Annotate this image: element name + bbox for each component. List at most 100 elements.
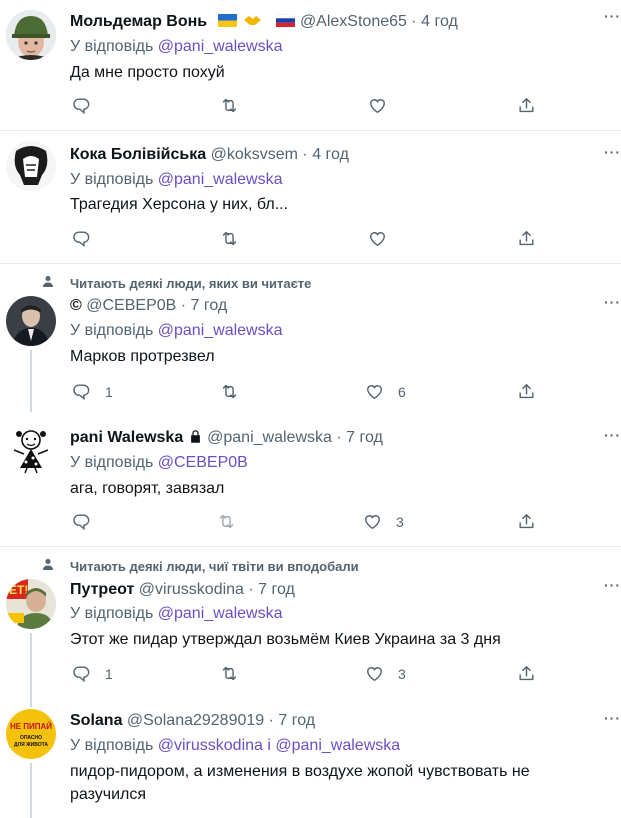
timestamp[interactable]: 4 год — [312, 146, 349, 163]
tweet-header: Путреот @virusskodina · 7 год — [70, 581, 295, 599]
retweet-icon — [220, 382, 239, 401]
handle[interactable]: @virusskodina — [139, 581, 244, 598]
timestamp[interactable]: 7 год — [258, 581, 295, 598]
handle[interactable]: @Solana29289019 — [127, 712, 264, 729]
timestamp[interactable]: 7 год — [278, 712, 315, 729]
display-name[interactable]: Путреот — [70, 581, 134, 598]
tweet[interactable]: pani Walewska @pani_walewska · 7 год ···… — [0, 412, 621, 546]
retweet-icon — [220, 664, 239, 683]
like-button[interactable] — [368, 229, 387, 248]
russia-flag-icon — [276, 14, 296, 27]
dot-separator: · — [302, 146, 308, 163]
share-button[interactable] — [517, 664, 536, 683]
share-button[interactable] — [517, 229, 536, 248]
reply-mention[interactable]: @pani_walewska — [158, 38, 283, 55]
share-icon — [517, 229, 536, 248]
timestamp[interactable]: 4 год — [421, 13, 458, 30]
reply-mention[interactable]: @virusskodina — [158, 737, 263, 754]
share-icon — [517, 512, 536, 531]
handle[interactable]: @СЕВЕР0В — [86, 297, 176, 314]
reply-context: У відповідь @pani_walewska — [70, 605, 283, 623]
avatar[interactable]: ЕТ! — [6, 579, 56, 629]
avatar-text: ДЛЯ ЖИВОТА — [14, 742, 48, 748]
like-count: 3 — [398, 665, 406, 682]
avatar[interactable] — [6, 296, 56, 346]
reply-prefix: У відповідь — [70, 605, 154, 622]
display-name[interactable]: Solana — [70, 712, 122, 729]
share-button[interactable] — [517, 382, 536, 401]
avatar[interactable] — [6, 424, 56, 474]
handle[interactable]: @AlexStone65 — [300, 13, 407, 30]
reply-mention[interactable]: @pani_walewska — [158, 171, 283, 188]
reply-button[interactable] — [72, 96, 91, 115]
tweet-text: Марков протрезвел — [70, 348, 215, 365]
reply-icon — [72, 96, 91, 115]
avatar[interactable] — [6, 10, 56, 60]
display-name[interactable]: Мольдемар Вонь — [70, 13, 207, 30]
display-name[interactable]: © — [70, 297, 82, 314]
more-options-icon[interactable]: ··· — [604, 710, 621, 726]
person-icon — [42, 558, 54, 570]
reply-mention[interactable]: @pani_walewska — [158, 322, 283, 339]
timestamp[interactable]: 7 год — [191, 297, 228, 314]
reply-button[interactable] — [72, 229, 91, 248]
more-options-icon[interactable]: ··· — [604, 427, 621, 443]
avatar[interactable] — [6, 141, 56, 191]
retweet-button[interactable] — [217, 512, 236, 531]
thread-line — [30, 350, 32, 412]
retweet-icon — [220, 96, 239, 115]
avatar[interactable]: НЕ ПИПАЙ ОПАСНО ДЛЯ ЖИВОТА — [6, 709, 56, 759]
reply-button[interactable] — [72, 512, 91, 531]
reply-mention[interactable]: @pani_walewska — [158, 605, 283, 622]
tweet-header: Кока Болівійська @koksvsem · 4 год — [70, 146, 349, 164]
like-button[interactable]: 3 — [363, 512, 404, 531]
retweet-icon — [217, 512, 236, 531]
reply-count: 1 — [105, 665, 113, 682]
more-options-icon[interactable]: ··· — [604, 8, 621, 24]
tweet[interactable]: Мольдемар Вонь @AlexStone65 · 4 год ··· … — [0, 0, 621, 130]
thread-line — [30, 633, 32, 695]
tweet[interactable]: НЕ ПИПАЙ ОПАСНО ДЛЯ ЖИВОТА Solana @Solan… — [0, 695, 621, 818]
display-name[interactable]: Кока Болівійська — [70, 146, 206, 163]
like-button[interactable]: 6 — [365, 382, 406, 401]
like-button[interactable] — [368, 96, 387, 115]
retweet-button[interactable] — [220, 229, 239, 248]
like-button[interactable]: 3 — [365, 664, 406, 683]
tweet-text: ага, говорят, завязал — [70, 480, 225, 497]
social-context: Читають деякі люди, яких ви читаєте — [70, 276, 312, 291]
tweet[interactable]: Кока Болівійська @koksvsem · 4 год ··· У… — [0, 131, 621, 263]
reply-prefix: У відповідь — [70, 38, 154, 55]
dot-separator: · — [268, 712, 274, 729]
tweet[interactable]: Читають деякі люди, чиї твіти ви вподоба… — [0, 547, 621, 695]
lock-icon — [188, 429, 203, 444]
share-button[interactable] — [517, 96, 536, 115]
retweet-button[interactable] — [220, 382, 239, 401]
reply-button[interactable]: 1 — [72, 382, 113, 401]
retweet-button[interactable] — [220, 96, 239, 115]
tweet-text: Этот же пидар утверждал возьмём Киев Укр… — [70, 631, 501, 648]
timestamp[interactable]: 7 год — [346, 429, 383, 446]
more-options-icon[interactable]: ··· — [604, 144, 621, 160]
heart-icon — [368, 229, 387, 248]
dot-separator: · — [180, 297, 187, 314]
reply-prefix: У відповідь — [70, 171, 154, 188]
svg-text:ЕТ!: ЕТ! — [9, 583, 28, 597]
retweet-button[interactable] — [220, 664, 239, 683]
heart-icon — [368, 96, 387, 115]
display-name[interactable]: pani Walewska — [70, 429, 183, 446]
tweet-header: © @СЕВЕР0В · 7 год — [70, 297, 227, 315]
share-button[interactable] — [517, 512, 536, 531]
tweet[interactable]: Читають деякі люди, яких ви читаєте © @С… — [0, 264, 621, 412]
reply-mention[interactable]: @pani_walewska — [275, 737, 400, 754]
handle[interactable]: @koksvsem — [211, 146, 298, 163]
avatar-text: ОПАСНО — [20, 735, 42, 741]
reply-context: У відповідь @СЕВЕР0В — [70, 454, 248, 472]
more-options-icon[interactable]: ··· — [604, 294, 621, 310]
like-count: 6 — [398, 383, 406, 400]
handle[interactable]: @pani_walewska — [207, 429, 332, 446]
reply-button[interactable]: 1 — [72, 664, 113, 683]
reply-mention[interactable]: @СЕВЕР0В — [158, 454, 248, 471]
more-options-icon[interactable]: ··· — [604, 577, 621, 593]
heart-icon — [365, 664, 384, 683]
tweet-header: pani Walewska @pani_walewska · 7 год — [70, 429, 383, 447]
